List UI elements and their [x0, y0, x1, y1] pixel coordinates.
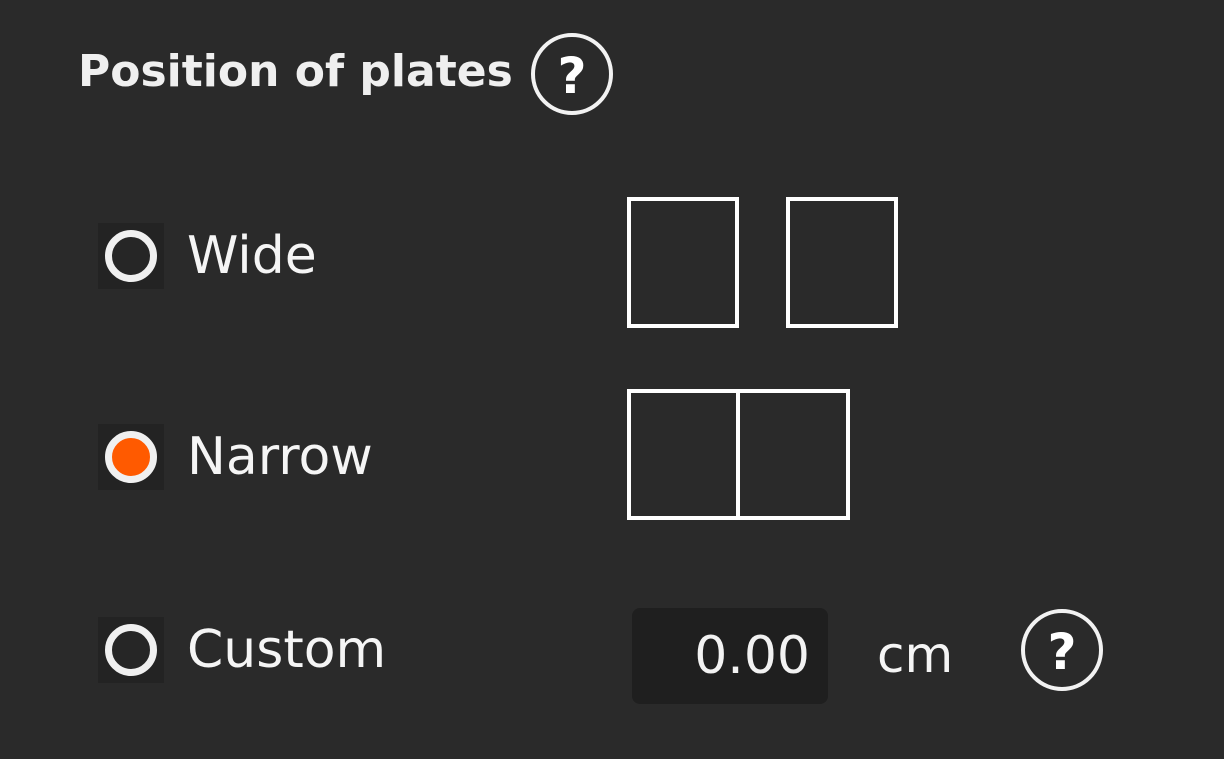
option-custom-label: Custom	[187, 620, 387, 680]
narrow-plates-illustration	[627, 389, 850, 520]
option-custom[interactable]: Custom	[98, 617, 386, 683]
radio-ring-icon	[105, 230, 157, 282]
option-wide-label: Wide	[187, 226, 317, 286]
radio-custom[interactable]	[98, 617, 164, 683]
option-narrow[interactable]: Narrow	[98, 424, 373, 490]
option-wide[interactable]: Wide	[98, 223, 317, 289]
plate-right	[736, 389, 850, 520]
question-mark-icon: ?	[557, 47, 587, 105]
radio-wide[interactable]	[98, 223, 164, 289]
custom-distance-input[interactable]: 0.00	[632, 608, 828, 704]
option-narrow-label: Narrow	[187, 427, 373, 487]
plate-right	[786, 197, 898, 328]
unit-label: cm	[877, 626, 954, 684]
section-title: Position of plates	[78, 46, 513, 97]
radio-narrow[interactable]	[98, 424, 164, 490]
radio-ring-icon	[105, 431, 157, 483]
question-mark-icon: ?	[1047, 623, 1077, 681]
radio-ring-icon	[105, 624, 157, 676]
plate-left	[627, 197, 739, 328]
wide-plates-illustration	[627, 197, 899, 328]
plate-left	[627, 389, 740, 520]
custom-help-button[interactable]: ?	[1021, 609, 1103, 691]
title-help-button[interactable]: ?	[531, 33, 613, 115]
custom-distance-value: 0.00	[694, 626, 810, 686]
